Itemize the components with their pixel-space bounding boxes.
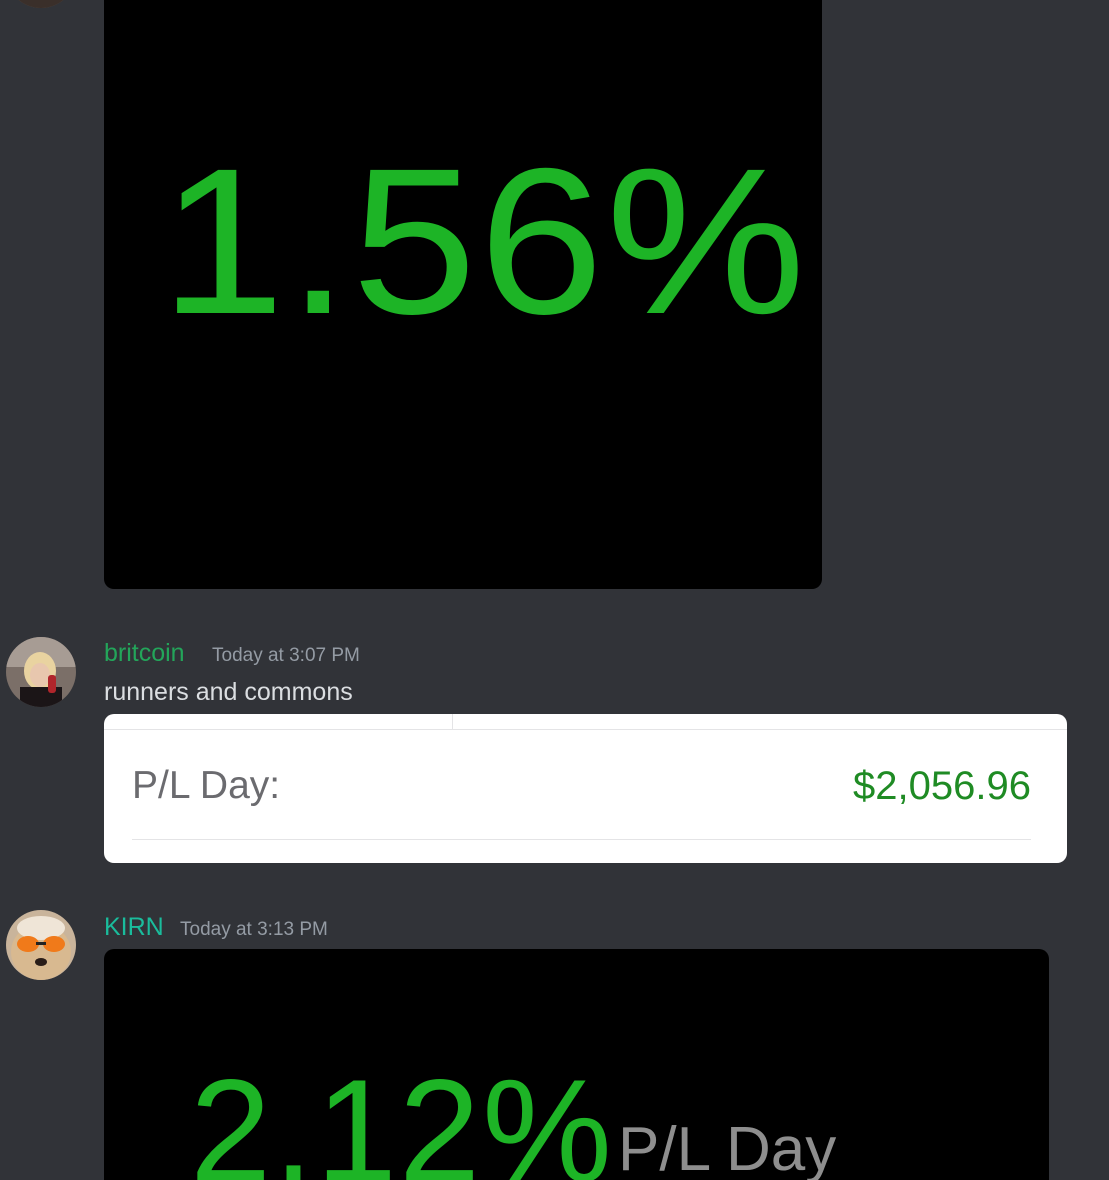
bottom-divider xyxy=(132,839,1031,840)
timestamp: Today at 3:13 PM xyxy=(180,919,328,940)
message-text: runners and commons xyxy=(104,678,353,706)
avatar-previous-user[interactable] xyxy=(6,0,76,8)
image-attachment-pct-day[interactable]: 2.12% P/L Day xyxy=(104,949,1049,1180)
percent-text: 1.56% xyxy=(160,126,808,358)
top-divider xyxy=(104,729,1067,730)
pl-value: $2,056.96 xyxy=(853,764,1031,808)
pl-label: P/L Day: xyxy=(132,764,281,807)
top-divider-tick xyxy=(452,714,453,730)
image-attachment-pl[interactable]: P/L Day: $2,056.96 xyxy=(104,714,1067,863)
username-kirn[interactable]: KIRN xyxy=(104,912,164,942)
avatar-kirn[interactable] xyxy=(6,910,76,980)
username-britcoin[interactable]: britcoin xyxy=(104,638,185,668)
avatar-britcoin[interactable] xyxy=(6,637,76,707)
pl-day-label: P/L Day xyxy=(618,1115,837,1180)
percent-text: 2.12% xyxy=(190,1049,614,1180)
timestamp: Today at 3:07 PM xyxy=(212,645,360,666)
image-attachment-pct[interactable]: 1.56% xyxy=(104,0,822,589)
